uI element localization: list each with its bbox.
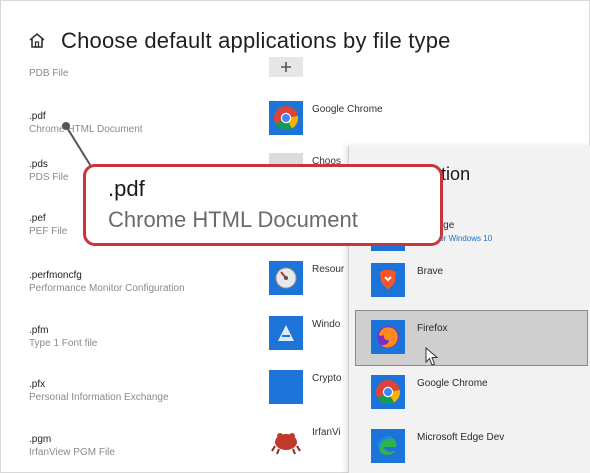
chrome-icon [269, 101, 303, 135]
list-item-pfx: .pfx Personal Information Exchange [29, 378, 249, 404]
default-app-label: Google Chrome [312, 104, 383, 115]
flyout-item-label: Firefox [417, 323, 448, 334]
mouse-cursor-icon [425, 347, 439, 366]
zoom-callout: .pdf Chrome HTML Document [83, 164, 443, 246]
page-title: Choose default applications by file type [61, 28, 451, 53]
default-app-label: Crypto [312, 373, 342, 384]
brave-icon [371, 263, 405, 297]
file-extension: .pfm [29, 325, 49, 336]
home-icon[interactable] [27, 31, 47, 51]
file-extension: .pdf [29, 111, 46, 122]
default-app-label: IrfanVi [312, 427, 341, 438]
default-app-button-pdb[interactable] [269, 57, 303, 97]
plus-icon [269, 57, 303, 77]
windows-font-icon [269, 316, 303, 350]
list-item-pfm: .pfm Type 1 Font file [29, 324, 249, 350]
flyout-item-label: Brave [417, 266, 444, 277]
file-extension: .pgm [29, 434, 52, 445]
flyout-item-label: Google Chrome [417, 378, 488, 389]
default-app-button-perfmoncfg[interactable]: Resour [269, 261, 344, 301]
edge-dev-icon [371, 429, 405, 463]
callout-extension: .pdf [108, 176, 145, 201]
list-item-perfmoncfg: .perfmoncfg Performance Monitor Configur… [29, 269, 249, 295]
flyout-item-firefox[interactable]: Firefox [355, 310, 588, 366]
file-type-description: Personal Information Exchange [29, 392, 169, 403]
list-item-pdb: PDB File [29, 67, 249, 80]
file-type-description: PDB File [29, 68, 69, 79]
list-item-pdf: .pdf Chrome HTML Document [29, 110, 249, 136]
default-app-label: Windo [312, 319, 341, 330]
file-type-description: Type 1 Font file [29, 338, 98, 349]
file-type-description: IrfanView PGM File [29, 447, 115, 458]
flyout-item-brave[interactable]: Brave [349, 254, 590, 306]
firefox-icon [371, 320, 405, 354]
default-app-button-pgm[interactable]: IrfanVi [269, 424, 341, 464]
file-type-description: Performance Monitor Configuration [29, 283, 185, 294]
crypto-shell-icon [269, 370, 303, 404]
irfanview-icon [269, 424, 303, 458]
callout-description: Chrome HTML Document [108, 207, 358, 232]
page-header: Choose default applications by file type [27, 23, 451, 59]
default-app-button-pfm[interactable]: Windo [269, 316, 340, 356]
flyout-item-microsoft-edge-dev[interactable]: Microsoft Edge Dev [349, 420, 590, 472]
flyout-item-google-chrome[interactable]: Google Chrome [349, 366, 590, 418]
file-extension: .pfx [29, 379, 46, 390]
flyout-item-label: Microsoft Edge Dev [417, 432, 505, 443]
chrome-icon [371, 375, 405, 409]
resource-monitor-icon [269, 261, 303, 295]
default-app-button-pfx[interactable]: Crypto [269, 370, 341, 410]
default-app-button-pdf[interactable]: Google Chrome [269, 101, 383, 141]
settings-window: Choose default applications by file type… [0, 0, 590, 473]
file-extension: .perfmoncfg [29, 270, 82, 281]
default-app-label: Resour [312, 264, 345, 275]
list-item-pgm: .pgm IrfanView PGM File [29, 433, 249, 459]
file-type-description: Chrome HTML Document [29, 124, 143, 135]
